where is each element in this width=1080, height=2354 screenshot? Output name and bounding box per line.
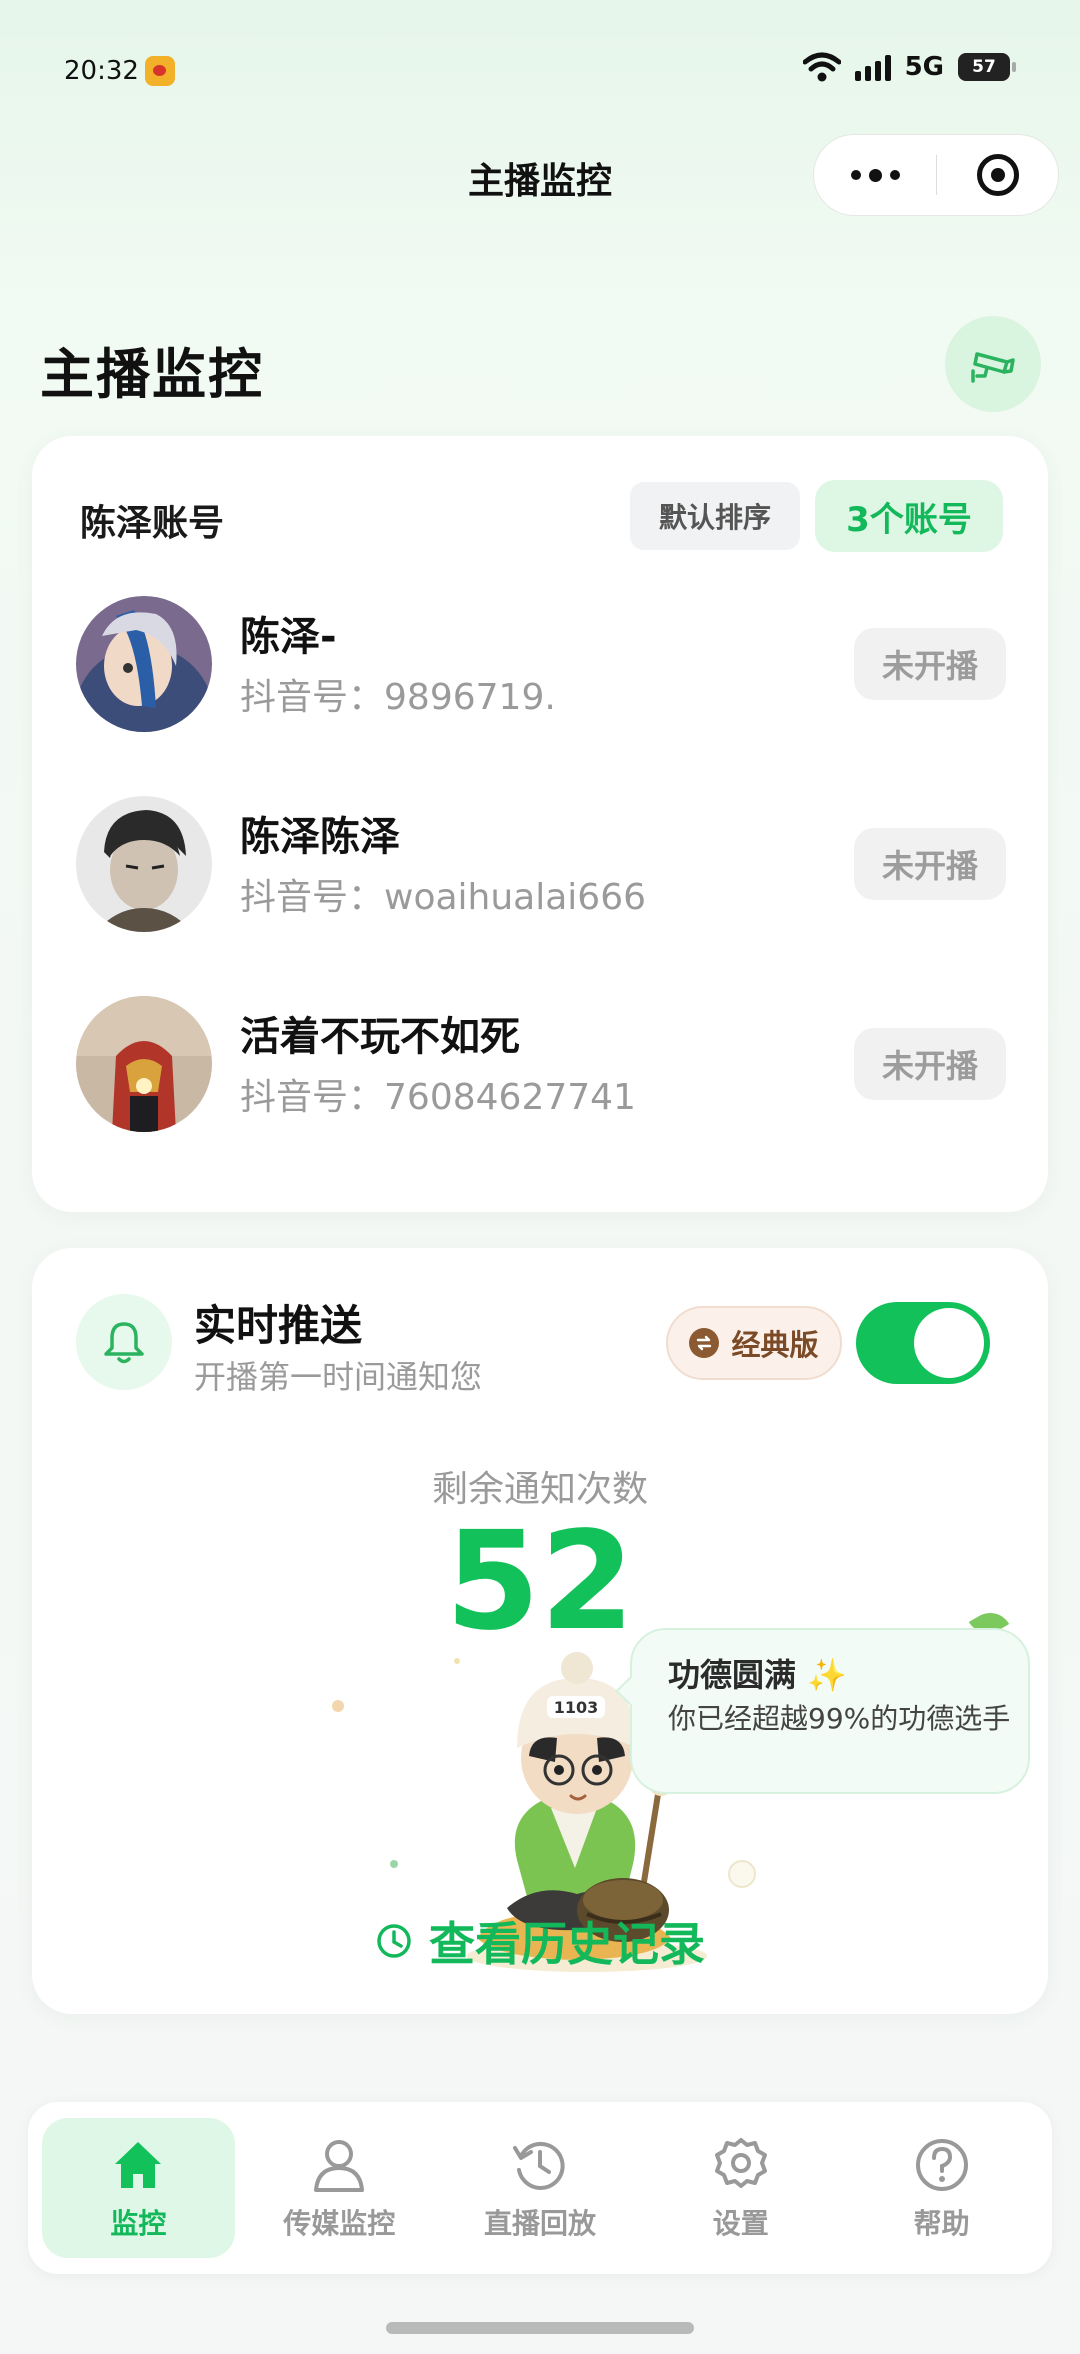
status-indicators: 5G 57 xyxy=(802,52,1016,82)
account-id: 抖音号：76084627741 xyxy=(240,1077,636,1118)
history-link[interactable]: 查看历史记录 xyxy=(32,1908,1048,1974)
person-icon xyxy=(314,2140,365,2192)
tab-replay[interactable]: 直播回放 xyxy=(444,2118,637,2258)
bubble-title: 功德圆满 ✨ xyxy=(668,1656,847,1694)
bubble-text: 你已经超越99%的功德选手 xyxy=(668,1702,1011,1735)
edition-button[interactable]: 经典版 xyxy=(666,1306,842,1380)
tab-label: 设置 xyxy=(712,2207,769,2240)
push-title: 实时推送 xyxy=(194,1301,363,1350)
page-title: 主播监控 xyxy=(40,343,264,406)
gear-icon xyxy=(714,2138,767,2188)
accounts-card-title: 陈泽账号 xyxy=(80,503,225,544)
wifi-icon xyxy=(802,52,841,82)
live-status-badge: 未开播 xyxy=(854,828,1006,900)
live-status-badge: 未开播 xyxy=(854,1028,1006,1100)
tab-monitor[interactable]: 监控 xyxy=(42,2118,235,2258)
avatar xyxy=(76,996,212,1132)
status-time: 20:32 xyxy=(64,56,139,86)
home-icon xyxy=(115,2142,162,2188)
live-status-badge: 未开播 xyxy=(854,628,1006,700)
status-bar: 20:32 5G 57 xyxy=(0,0,1080,140)
target-icon xyxy=(976,154,1019,196)
account-count-badge[interactable]: 3个账号 xyxy=(815,480,1003,552)
tab-label: 帮助 xyxy=(913,2207,970,2240)
sort-button[interactable]: 默认排序 xyxy=(630,482,800,550)
bell-icon xyxy=(104,1322,144,1364)
svg-text:1103: 1103 xyxy=(554,1698,599,1717)
tab-label: 传媒监控 xyxy=(283,2207,396,2240)
tab-label: 监控 xyxy=(110,2207,167,2240)
clock-icon xyxy=(377,1924,411,1958)
cctv-camera-icon xyxy=(971,352,1015,383)
more-button[interactable] xyxy=(814,135,936,215)
battery-level: 57 xyxy=(972,57,996,77)
account-id: 抖音号：9896719. xyxy=(240,677,556,718)
signal-icon xyxy=(854,53,891,81)
tab-media-monitor[interactable]: 传媒监控 xyxy=(243,2118,436,2258)
account-name: 活着不玩不如死 xyxy=(240,1014,520,1060)
tab-settings[interactable]: 设置 xyxy=(644,2118,837,2258)
accounts-card: 陈泽账号 默认排序 3个账号 陈泽- 抖音号：9896719. 未开播 陈泽陈泽… xyxy=(32,436,1048,1212)
avatar xyxy=(76,596,212,732)
edition-label: 经典版 xyxy=(731,1328,819,1362)
push-card: 实时推送 开播第一时间通知您 经典版 剩余通知次数 52 1103 功德圆满 ✨… xyxy=(32,1248,1048,2014)
tab-help[interactable]: 帮助 xyxy=(845,2118,1038,2258)
push-subtitle: 开播第一时间通知您 xyxy=(194,1358,483,1396)
account-name: 陈泽- xyxy=(240,614,337,660)
tab-label: 直播回放 xyxy=(483,2207,596,2240)
account-row[interactable]: 陈泽- 抖音号：9896719. 未开播 xyxy=(76,596,1006,736)
help-icon xyxy=(915,2139,968,2191)
account-row[interactable]: 陈泽陈泽 抖音号：woaihualai666 未开播 xyxy=(76,796,1006,936)
close-button[interactable] xyxy=(937,154,1058,196)
camera-button[interactable] xyxy=(945,316,1041,412)
avatar xyxy=(76,796,212,932)
history-label: 查看历史记录 xyxy=(429,1917,705,1971)
weibo-icon xyxy=(145,56,175,86)
account-name: 陈泽陈泽 xyxy=(240,814,400,860)
achievement-bubble: 功德圆满 ✨ 你已经超越99%的功德选手 xyxy=(630,1628,1030,1794)
battery-icon: 57 xyxy=(958,53,1016,81)
swap-icon xyxy=(689,1328,720,1358)
bottom-tabbar: 监控 传媒监控 直播回放 设置 帮助 xyxy=(28,2102,1052,2274)
account-row[interactable]: 活着不玩不如死 抖音号：76084627741 未开播 xyxy=(76,996,1006,1136)
bell-icon-wrap xyxy=(76,1294,172,1390)
push-toggle[interactable] xyxy=(856,1302,990,1384)
network-type: 5G xyxy=(904,52,944,82)
history-icon xyxy=(512,2141,565,2190)
home-indicator[interactable] xyxy=(386,2322,694,2334)
mini-program-capsule xyxy=(813,134,1059,216)
account-id: 抖音号：woaihualai666 xyxy=(240,877,647,918)
